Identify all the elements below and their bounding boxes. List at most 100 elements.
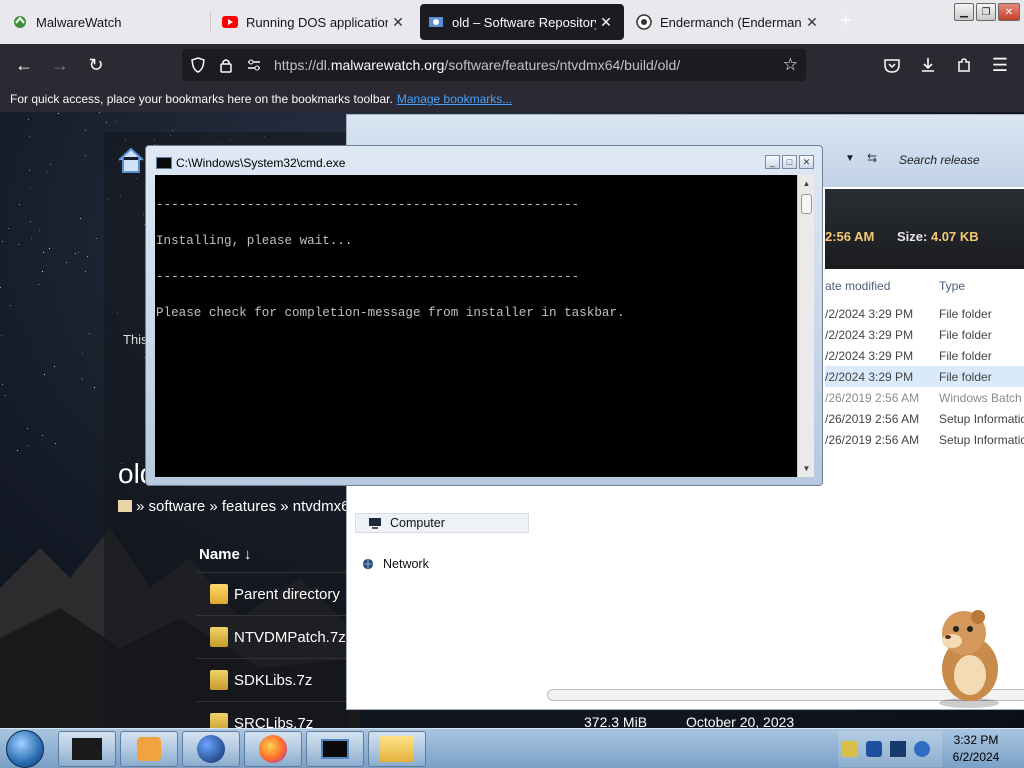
breadcrumb[interactable]: » software » features » ntvdmx6 <box>118 498 349 515</box>
shield-icon[interactable] <box>184 57 212 73</box>
taskbar-app-explorer[interactable] <box>368 731 426 767</box>
start-button[interactable] <box>6 730 44 768</box>
folder-icon <box>210 584 228 604</box>
vertical-scrollbar[interactable]: ▲ ▼ <box>797 175 814 477</box>
close-tab-icon[interactable]: ✕ <box>388 12 408 32</box>
list-item[interactable]: /2/2024 3:29 PM File folder <box>825 324 1024 345</box>
file-row-sdklibs[interactable]: SDKLibs.7z <box>196 658 346 701</box>
star-dot <box>54 366 55 367</box>
url-bar[interactable]: https://dl.malwarewatch.org/software/fea… <box>182 49 806 81</box>
downloads-icon[interactable] <box>916 53 940 77</box>
list-item[interactable]: /26/2019 2:56 AM Windows Batch F <box>825 387 1024 408</box>
console-line: ----------------------------------------… <box>156 198 580 212</box>
list-item[interactable]: /2/2024 3:29 PM File folder <box>825 303 1024 324</box>
home-icon[interactable] <box>118 500 132 512</box>
reload-icon[interactable]: ↻ <box>84 53 108 77</box>
star-dot <box>18 244 19 245</box>
cmd-window-title: C:\Windows\System32\cmd.exe <box>176 156 346 170</box>
star-dot <box>8 228 9 229</box>
tab-youtube[interactable]: Running DOS applications o ✕ <box>214 4 416 40</box>
star-dot <box>96 238 97 239</box>
url-text[interactable]: https://dl.malwarewatch.org/software/fea… <box>274 57 680 73</box>
nav-item-network[interactable]: Network <box>361 557 429 571</box>
close-icon[interactable]: ✕ <box>799 155 814 169</box>
refresh-icon[interactable]: ⇆ <box>867 151 877 165</box>
dropdown-arrow-icon[interactable]: ▼ <box>845 153 855 164</box>
tab-malwarewatch[interactable]: MalwareWatch <box>4 4 206 40</box>
star-dot <box>42 271 43 272</box>
star-dot <box>27 428 28 429</box>
modified-value: 2:56 AM <box>825 229 875 244</box>
star-dot <box>19 204 20 205</box>
restore-icon[interactable]: ❐ <box>976 3 996 21</box>
taskbar-app-firefox[interactable] <box>244 731 302 767</box>
extensions-icon[interactable] <box>952 53 976 77</box>
list-item[interactable]: /2/2024 3:29 PM File folder <box>825 345 1024 366</box>
star-dot <box>94 387 95 388</box>
console-output[interactable]: ----------------------------------------… <box>155 175 797 477</box>
taskbar-app-cmd[interactable] <box>306 731 364 767</box>
permissions-icon[interactable] <box>240 59 268 71</box>
star-dot <box>85 155 86 156</box>
scroll-up-icon[interactable]: ▲ <box>798 175 815 192</box>
star-dot <box>99 112 100 113</box>
pocket-icon[interactable] <box>880 53 904 77</box>
taskbar-app-globe[interactable] <box>182 731 240 767</box>
cmd-window[interactable]: C:\Windows\System32\cmd.exe _ □ ✕ ------… <box>145 145 823 486</box>
shield-icon[interactable] <box>866 741 882 757</box>
type-column-header[interactable]: Type <box>939 279 965 293</box>
list-item-selected[interactable]: /2/2024 3:29 PM File folder <box>825 366 1024 387</box>
explorer-search-input[interactable]: Search release <box>899 153 980 167</box>
youtube-icon <box>222 14 238 30</box>
name-column-header[interactable]: Name ↓ <box>199 546 252 563</box>
tab-github[interactable]: Endermanch (Endermanch) ✕ <box>628 4 830 40</box>
taskbar-app-media-player[interactable] <box>120 731 178 767</box>
star-dot <box>47 171 48 172</box>
date-modified-column-header[interactable]: ate modified <box>825 279 890 293</box>
bookmarks-hint: For quick access, place your bookmarks h… <box>10 92 393 106</box>
tray-app-icon[interactable] <box>842 741 858 757</box>
back-arrow-icon[interactable]: ← <box>12 53 36 77</box>
file-row-parent-directory[interactable]: Parent directory <box>196 572 346 615</box>
minimize-icon[interactable]: _ <box>765 155 780 169</box>
minimize-icon[interactable]: ▁ <box>954 3 974 21</box>
close-window-icon[interactable]: ✕ <box>998 3 1020 21</box>
monitor-icon[interactable] <box>890 741 906 757</box>
close-tab-icon[interactable]: ✕ <box>802 12 822 32</box>
cmd-icon <box>321 739 349 759</box>
media-player-icon <box>137 737 161 761</box>
star-dot <box>39 230 40 231</box>
size-info: Size: 4.07 KB <box>897 229 979 244</box>
star-dot <box>49 248 50 249</box>
star-dot <box>5 395 6 396</box>
network-icon[interactable] <box>914 741 930 757</box>
scroll-down-icon[interactable]: ▼ <box>798 460 815 477</box>
forward-arrow-icon[interactable]: → <box>48 53 72 77</box>
menu-hamburger-icon[interactable]: ☰ <box>988 53 1012 77</box>
file-row-ntvdmpatch[interactable]: NTVDMPatch.7z <box>196 615 346 658</box>
home-icon[interactable] <box>116 146 146 174</box>
star-dot <box>78 252 79 253</box>
star-dot <box>2 241 3 242</box>
manage-bookmarks-link[interactable]: Manage bookmarks... <box>397 92 512 106</box>
list-item[interactable]: /26/2019 2:56 AM Setup Informatio <box>825 429 1024 450</box>
lock-icon[interactable] <box>212 58 240 73</box>
scrollbar-thumb[interactable] <box>801 194 812 214</box>
file-row-srclibs[interactable]: SRCLibs.7z <box>196 701 346 728</box>
clock[interactable]: 3:32 PM 6/2/2024 <box>946 732 1006 766</box>
maximize-icon[interactable]: □ <box>782 155 797 169</box>
star-dot <box>1 335 2 336</box>
bookmark-star-icon[interactable]: ☆ <box>783 55 798 75</box>
star-dot <box>27 445 28 446</box>
navigation-toolbar: ← → ↻ https://dl.malwarewatch.org/softwa… <box>0 44 1024 86</box>
new-tab-button[interactable]: + <box>840 10 852 33</box>
nav-item-computer[interactable]: Computer <box>355 513 529 533</box>
tab-software-repository[interactable]: old – Software Repository ✕ <box>420 4 624 40</box>
list-item[interactable]: /26/2019 2:56 AM Setup Informatio <box>825 408 1024 429</box>
star-dot <box>89 333 90 334</box>
star-dot <box>66 262 67 263</box>
taskbar-app-terminal[interactable] <box>58 731 116 767</box>
star-dot <box>17 450 18 451</box>
close-tab-icon[interactable]: ✕ <box>596 12 616 32</box>
globe-icon <box>197 735 225 763</box>
